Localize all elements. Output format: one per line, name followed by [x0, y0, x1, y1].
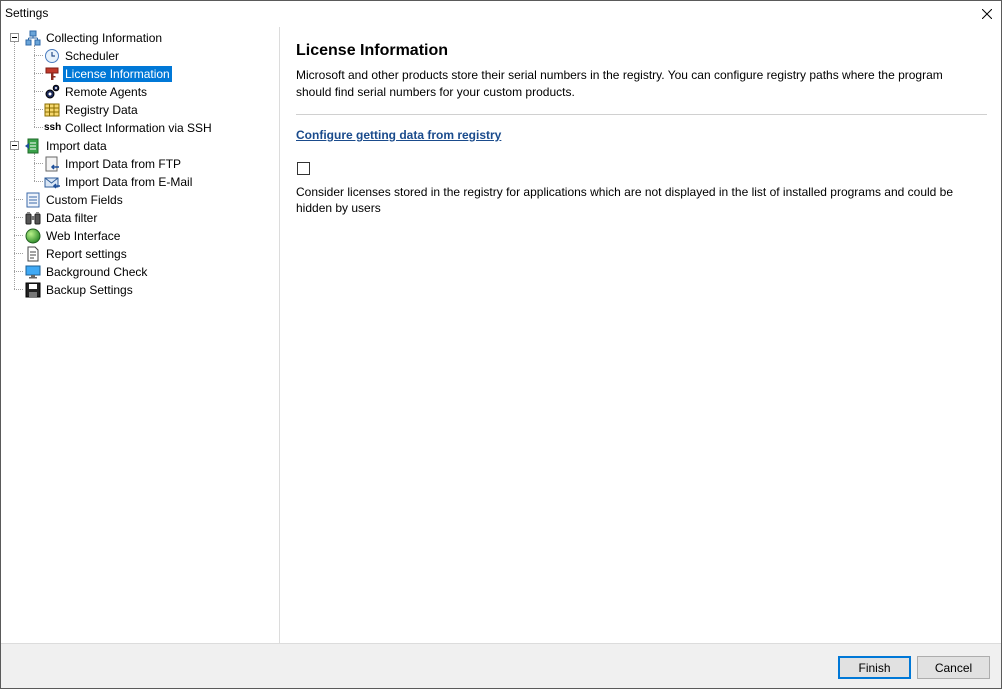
tree-line: [34, 45, 35, 127]
email-import-icon: [44, 174, 60, 190]
tree-label: Import data: [46, 139, 107, 153]
report-icon: [25, 246, 41, 262]
page-description: Microsoft and other products store their…: [296, 68, 943, 99]
tree-label: Collecting Information: [46, 31, 163, 45]
consider-licenses-checkbox[interactable]: [297, 162, 310, 175]
tree-label: Import Data from FTP: [65, 157, 182, 171]
tree-item-data-filter[interactable]: Data filter: [25, 209, 99, 227]
configure-registry-link[interactable]: Configure getting data from registry: [296, 128, 501, 142]
settings-tree: Collecting Information Scheduler License…: [1, 27, 280, 643]
tree-label: Registry Data: [65, 103, 138, 117]
tree-line: [14, 235, 23, 236]
tree-item-custom-fields[interactable]: Custom Fields: [25, 191, 125, 209]
tree-item-scheduler[interactable]: Scheduler: [44, 47, 121, 65]
tree-item-web-interface[interactable]: Web Interface: [25, 227, 122, 245]
tree-label: Report settings: [46, 247, 127, 261]
monitor-icon: [25, 264, 41, 280]
tree-label: Backup Settings: [46, 283, 133, 297]
page-title: License Information: [296, 42, 449, 59]
tree-line: [34, 55, 43, 56]
tree-label: Background Check: [46, 265, 148, 279]
divider: [296, 114, 987, 115]
tree-item-background-check[interactable]: Background Check: [25, 263, 149, 281]
import-icon: [25, 138, 41, 154]
tree-label: Import Data from E-Mail: [65, 175, 193, 189]
tree-item-collecting-information[interactable]: Collecting Information: [25, 29, 164, 47]
list-icon: [25, 192, 41, 208]
floppy-icon: [25, 282, 41, 298]
tree-item-remote-agents[interactable]: Remote Agents: [44, 83, 149, 101]
tree-item-report-settings[interactable]: Report settings: [25, 245, 129, 263]
tree-line: [34, 109, 43, 110]
tree-label: Scheduler: [65, 49, 120, 63]
tree-line: [34, 73, 43, 74]
ftp-import-icon: [44, 156, 60, 172]
tree-line: [14, 289, 23, 290]
tree-item-license-information[interactable]: License Information: [44, 65, 172, 83]
window-title: Settings: [5, 6, 49, 20]
key-icon: [44, 66, 60, 82]
clock-icon: [44, 48, 60, 64]
close-icon: [982, 9, 992, 19]
globe-icon: [25, 228, 41, 244]
settings-window: Settings Collecting Information Schedule…: [0, 0, 1002, 689]
tree-item-backup-settings[interactable]: Backup Settings: [25, 281, 135, 299]
settings-content-panel: License Information Microsoft and other …: [281, 27, 1001, 643]
tree-label: Web Interface: [46, 229, 121, 243]
tree-item-import-data[interactable]: Import data: [25, 137, 109, 155]
tree-line: [34, 181, 43, 182]
dialog-footer: Finish Cancel: [1, 643, 1001, 688]
binoculars-icon: [25, 210, 41, 226]
tree-line: [34, 163, 43, 164]
tree-label: Collect Information via SSH: [65, 121, 212, 135]
tree-label: Data filter: [46, 211, 98, 225]
ssh-icon: ssh: [44, 122, 62, 133]
tree-line: [14, 41, 15, 289]
consider-licenses-label: Consider licenses stored in the registry…: [296, 185, 954, 215]
tree-line: [34, 91, 43, 92]
finish-button[interactable]: Finish: [838, 656, 911, 679]
cancel-button[interactable]: Cancel: [917, 656, 990, 679]
tree-label: Remote Agents: [65, 85, 148, 99]
tree-line: [14, 253, 23, 254]
tree-line: [34, 127, 43, 128]
tree-line: [14, 199, 23, 200]
tree-item-collect-ssh[interactable]: ssh Collect Information via SSH: [44, 119, 214, 137]
grid-icon: [44, 102, 60, 118]
title-bar: Settings: [1, 1, 1001, 27]
tree-label: License Information: [63, 66, 172, 82]
tree-item-import-email[interactable]: Import Data from E-Mail: [44, 173, 194, 191]
gears-icon: [44, 84, 60, 100]
tree-line: [14, 217, 23, 218]
tree-line: [34, 153, 35, 181]
collapse-toggle-collecting[interactable]: [10, 33, 19, 42]
tree-label: Custom Fields: [46, 193, 123, 207]
collapse-toggle-import[interactable]: [10, 141, 19, 150]
tree-item-import-ftp[interactable]: Import Data from FTP: [44, 155, 183, 173]
tree-line: [14, 271, 23, 272]
tree-item-registry-data[interactable]: Registry Data: [44, 101, 140, 119]
network-icon: [25, 30, 41, 46]
close-button[interactable]: [973, 1, 1001, 27]
